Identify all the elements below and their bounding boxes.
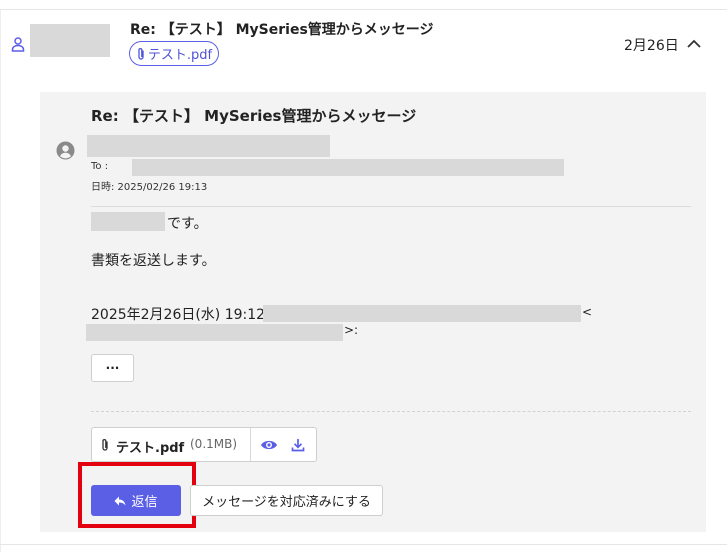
chevron-up-icon[interactable] — [686, 37, 702, 51]
mark-handled-button[interactable]: メッセージを対応済みにする — [190, 485, 383, 516]
message-subject: Re: 【テスト】 MySeries管理からメッセージ — [91, 107, 417, 125]
paperclip-icon — [138, 47, 144, 60]
attachment-size: (0.1MB) — [190, 437, 238, 451]
greeting-suffix: です。 — [167, 216, 208, 232]
message-datetime: 日時: 2025/02/26 19:13 — [91, 182, 208, 193]
attachment-chip[interactable]: テスト.pdf — [129, 41, 219, 66]
attachment-divider — [91, 411, 691, 412]
attachment-name[interactable]: テスト.pdf — [116, 437, 184, 456]
top-divider — [0, 9, 727, 10]
greeting-name-redacted — [91, 212, 165, 231]
from-redacted — [87, 135, 330, 157]
body-line: 書類を返送します。 — [91, 253, 216, 269]
avatar-icon — [56, 141, 75, 160]
left-divider — [0, 10, 1, 552]
attachment-item: テスト.pdf (0.1MB) — [91, 427, 317, 462]
to-label: To : — [91, 161, 109, 172]
sender-name-redacted — [30, 24, 110, 57]
bottom-divider — [0, 544, 727, 545]
quote-sender-redacted — [263, 305, 581, 322]
header-divider — [91, 206, 691, 207]
reply-icon — [114, 496, 126, 505]
quote-header: 2025年2月26日(水) 19:12 — [91, 307, 266, 323]
show-more-button[interactable]: ··· — [91, 354, 134, 382]
to-redacted — [132, 159, 564, 176]
reply-button[interactable]: 返信 — [91, 485, 181, 516]
paperclip-icon — [102, 439, 108, 451]
download-icon[interactable] — [291, 438, 305, 452]
person-icon — [11, 37, 25, 52]
quote-gt: >: — [344, 323, 359, 337]
attachment-chip-label: テスト.pdf — [147, 48, 213, 63]
reply-label: 返信 — [131, 495, 158, 510]
quote-lt: < — [582, 305, 593, 319]
thread-subject[interactable]: Re: 【テスト】 MySeries管理からメッセージ — [130, 19, 434, 39]
quote-email-redacted — [86, 324, 343, 341]
thread-date: 2月26日 — [624, 38, 679, 54]
attachment-separator — [250, 428, 251, 461]
eye-icon[interactable] — [260, 438, 278, 452]
